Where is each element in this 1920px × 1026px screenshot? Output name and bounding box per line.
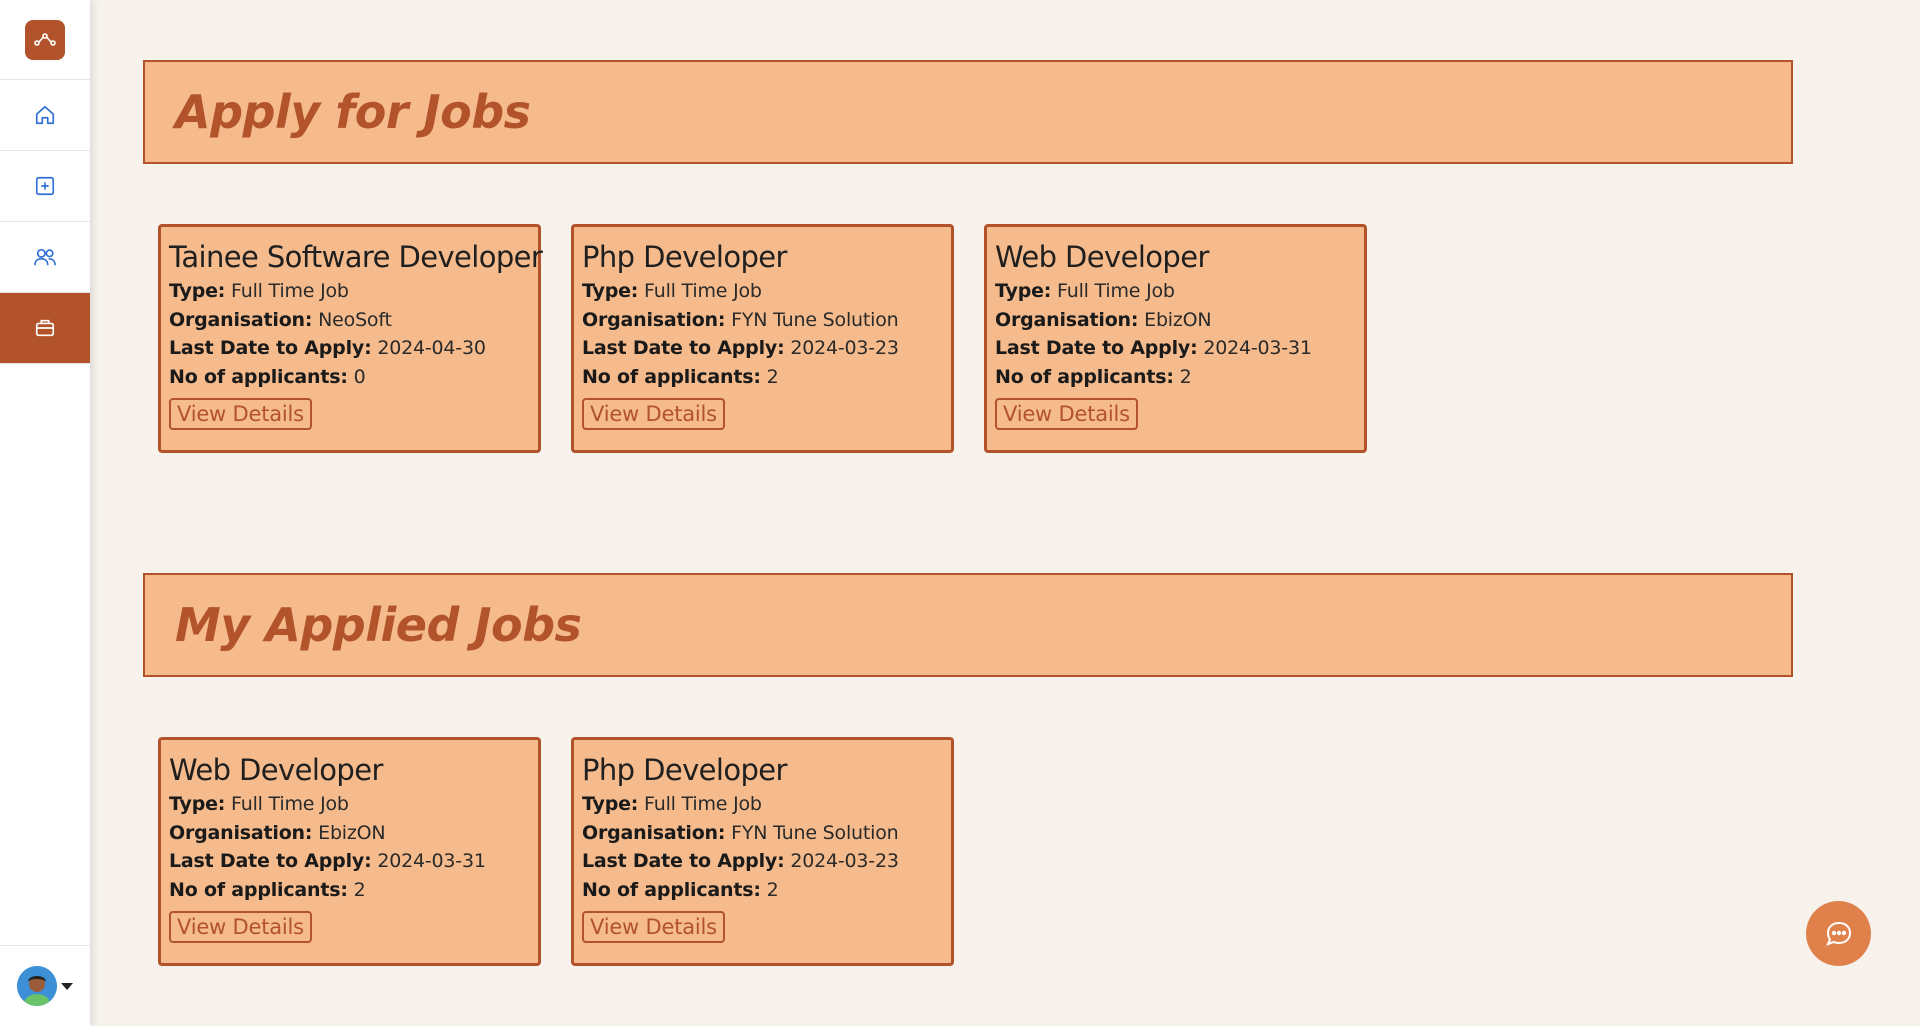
sidebar: [0, 0, 90, 1026]
job-organisation: Organisation: EbizON: [995, 308, 1212, 331]
job-card: Web Developer Type: Full Time Job Organi…: [158, 737, 541, 966]
route-icon[interactable]: [25, 19, 65, 60]
job-applicants: No of applicants: 0: [169, 365, 366, 388]
job-last-date: Last Date to Apply: 2024-03-23: [582, 850, 899, 872]
apply-jobs-list: Tainee Software Developer Type: Full Tim…: [158, 224, 1367, 453]
job-type: Type: Full Time Job: [995, 280, 1175, 302]
job-title: Web Developer: [169, 753, 383, 787]
job-applicants: No of applicants: 2: [169, 878, 366, 901]
view-details-button[interactable]: View Details: [582, 398, 725, 430]
job-title: Php Developer: [582, 240, 787, 274]
job-type: Type: Full Time Job: [582, 793, 762, 815]
home-icon: [35, 105, 55, 125]
job-applicants: No of applicants: 2: [582, 878, 779, 901]
job-organisation: Organisation: FYN Tune Solution: [582, 821, 899, 844]
job-last-date: Last Date to Apply: 2024-03-31: [995, 337, 1312, 359]
apply-jobs-header: Apply for Jobs: [143, 60, 1793, 164]
job-organisation: Organisation: FYN Tune Solution: [582, 308, 899, 331]
job-type: Type: Full Time Job: [169, 280, 349, 302]
job-organisation: Organisation: NeoSoft: [169, 308, 392, 331]
job-type: Type: Full Time Job: [582, 280, 762, 302]
view-details-button[interactable]: View Details: [995, 398, 1138, 430]
job-last-date: Last Date to Apply: 2024-03-23: [582, 337, 899, 359]
job-card: Php Developer Type: Full Time Job Organi…: [571, 737, 954, 966]
caret-down-icon[interactable]: [61, 982, 73, 990]
job-title: Web Developer: [995, 240, 1209, 274]
sidebar-item-home[interactable]: [0, 80, 90, 151]
applied-jobs-title: My Applied Jobs: [175, 598, 582, 652]
job-organisation: Organisation: EbizON: [169, 821, 386, 844]
briefcase-icon: [35, 319, 55, 337]
job-card: Tainee Software Developer Type: Full Tim…: [158, 224, 543, 453]
chat-button[interactable]: [1806, 901, 1871, 966]
job-last-date: Last Date to Apply: 2024-03-31: [169, 850, 486, 872]
job-card: Php Developer Type: Full Time Job Organi…: [571, 224, 954, 453]
logo-container: [0, 0, 90, 80]
add-square-icon: [35, 176, 55, 196]
job-type: Type: Full Time Job: [169, 793, 349, 815]
view-details-button[interactable]: View Details: [169, 911, 312, 943]
view-details-button[interactable]: View Details: [582, 911, 725, 943]
applied-jobs-header: My Applied Jobs: [143, 573, 1793, 677]
users-icon: [34, 248, 56, 266]
job-title: Tainee Software Developer: [169, 240, 543, 274]
chat-bubble-icon: [1825, 921, 1851, 946]
job-card: Web Developer Type: Full Time Job Organi…: [984, 224, 1367, 453]
apply-jobs-title: Apply for Jobs: [175, 85, 531, 139]
job-last-date: Last Date to Apply: 2024-04-30: [169, 337, 486, 359]
avatar[interactable]: [17, 966, 57, 1006]
sidebar-item-users[interactable]: [0, 222, 90, 293]
job-applicants: No of applicants: 2: [995, 365, 1192, 388]
job-title: Php Developer: [582, 753, 787, 787]
view-details-button[interactable]: View Details: [169, 398, 312, 430]
profile-menu[interactable]: [0, 945, 90, 1026]
sidebar-item-add[interactable]: [0, 151, 90, 222]
sidebar-item-jobs[interactable]: [0, 293, 90, 364]
job-applicants: No of applicants: 2: [582, 365, 779, 388]
applied-jobs-list: Web Developer Type: Full Time Job Organi…: [158, 737, 954, 966]
